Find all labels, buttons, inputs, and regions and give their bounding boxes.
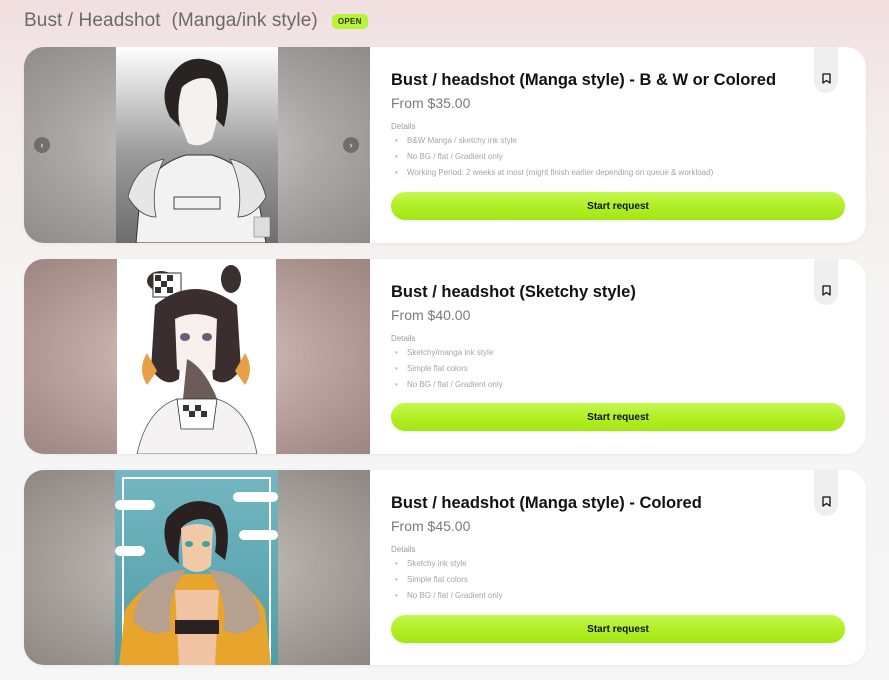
image-carousel[interactable] [24,259,370,454]
artwork-image [116,47,278,243]
image-carousel[interactable]: ‹ › [24,47,370,243]
section-title: Bust / Headshot (Manga/ink style) [24,10,318,31]
details-item: Simple flat colors [391,363,503,379]
artwork-image [115,470,278,665]
details-list: Sketchy ink style Simple flat colors No … [391,558,503,606]
commission-card: Bust / headshot (Manga style) - Colored … [24,470,866,665]
card-content: Bust / headshot (Manga style) - B & W or… [391,47,866,243]
card-title: Bust / headshot (Manga style) - Colored [391,494,702,512]
details-item: B&W Manga / sketchy ink style [391,135,713,151]
details-item: No BG / flat / Gradient only [391,151,713,167]
details-label: Details [391,334,416,343]
card-title: Bust / headshot (Sketchy style) [391,283,636,301]
details-label: Details [391,122,416,131]
card-price: From $45.00 [391,518,471,534]
details-label: Details [391,545,416,554]
card-title: Bust / headshot (Manga style) - B & W or… [391,71,777,89]
bookmark-button[interactable] [814,47,838,93]
bookmark-button[interactable] [814,259,838,305]
details-item: Sketchy/manga ink style [391,347,503,363]
carousel-next-button[interactable]: › [343,137,359,153]
card-content: Bust / headshot (Manga style) - Colored … [391,470,866,665]
status-badge: OPEN [331,13,368,29]
commission-card: ‹ › Bust / headshot (Manga style) - B & … [24,47,866,243]
artwork-image [117,259,276,454]
bookmark-button[interactable] [814,470,838,516]
commission-card: Bust / headshot (Sketchy style) From $40… [24,259,866,454]
image-carousel[interactable] [24,470,370,665]
card-content: Bust / headshot (Sketchy style) From $40… [391,259,866,454]
bookmark-icon [821,73,831,84]
start-request-button[interactable]: Start request [391,403,845,431]
page-header: Bust / Headshot (Manga/ink style) OPEN [24,9,368,33]
details-item: No BG / flat / Gradient only [391,379,503,395]
carousel-prev-button[interactable]: ‹ [34,137,50,153]
card-price: From $40.00 [391,307,471,323]
start-request-button[interactable]: Start request [391,192,845,220]
details-item: Simple flat colors [391,574,503,590]
details-list: Sketchy/manga ink style Simple flat colo… [391,347,503,395]
start-request-button[interactable]: Start request [391,615,845,643]
bookmark-icon [821,285,831,296]
bookmark-icon [821,496,831,507]
details-list: B&W Manga / sketchy ink style No BG / fl… [391,135,713,183]
details-item: No BG / flat / Gradient only [391,590,503,606]
details-item: Sketchy ink style [391,558,503,574]
details-item: Working Period: 2 weeks at most (might f… [391,167,713,183]
card-price: From $35.00 [391,95,471,111]
